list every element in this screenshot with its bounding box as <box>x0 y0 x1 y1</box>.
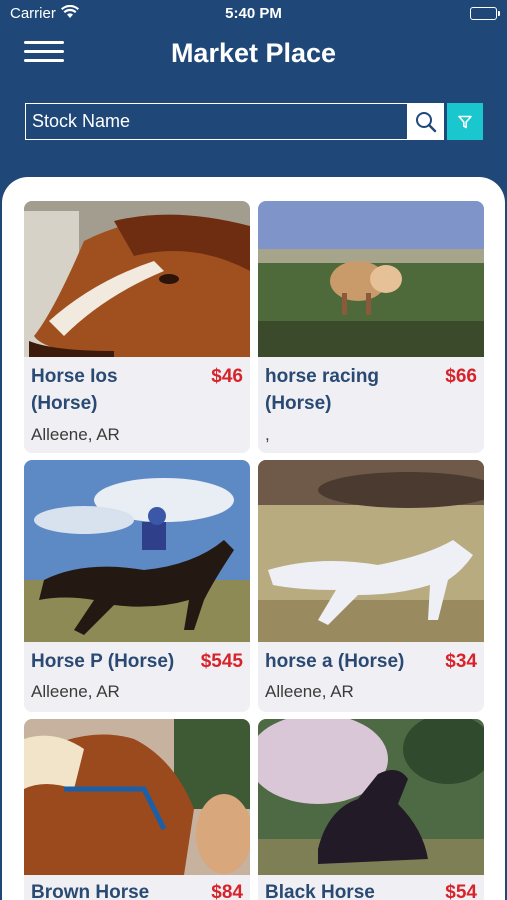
card-title: Horse P (Horse) <box>31 651 175 672</box>
horse-photo <box>258 201 484 357</box>
search-icon <box>416 111 437 132</box>
filter-button[interactable] <box>447 103 483 140</box>
card-price: $34 <box>445 651 477 672</box>
search-input[interactable] <box>25 103 408 140</box>
card-title-line2: (Horse) <box>265 393 332 414</box>
card-title: horse a (Horse) <box>265 651 405 672</box>
listing-card[interactable]: Horse Ios (Horse) $46 Alleene, AR <box>24 201 250 453</box>
horse-photo <box>24 201 250 357</box>
listing-card[interactable]: Horse P (Horse) $545 Alleene, AR <box>24 460 250 712</box>
status-time: 5:40 PM <box>225 5 282 22</box>
listing-card[interactable]: horse racing (Horse) $66 , <box>258 201 484 453</box>
card-location: Alleene, AR <box>265 682 354 701</box>
card-price: $54 <box>445 882 477 900</box>
horse-photo <box>258 460 484 642</box>
card-location: , <box>265 425 270 444</box>
search-button[interactable] <box>408 103 444 140</box>
card-title: Brown Horse <box>31 882 150 900</box>
card-location: Alleene, AR <box>31 682 120 701</box>
card-title: Horse Ios <box>31 366 118 387</box>
card-price: $545 <box>200 651 243 672</box>
listing-card[interactable]: Brown Horse $84 <box>24 719 250 900</box>
card-title: horse racing <box>265 366 380 387</box>
battery-icon <box>470 7 500 20</box>
card-location: Alleene, AR <box>31 425 120 444</box>
filter-icon <box>458 115 472 128</box>
listing-sheet: Horse Ios (Horse) $46 Alleene, AR horse … <box>2 177 505 900</box>
listing-card[interactable]: Black Horse $54 <box>258 719 484 900</box>
nav-bar: Market Place <box>0 30 507 76</box>
card-price: $46 <box>211 366 243 387</box>
card-price: $84 <box>211 882 243 900</box>
horse-photo <box>258 719 484 875</box>
search-bar <box>25 103 483 140</box>
horse-photo <box>24 460 250 642</box>
status-bar: Carrier 5:40 PM <box>0 0 507 28</box>
listing-card[interactable]: horse a (Horse) $34 Alleene, AR <box>258 460 484 712</box>
page-title: Market Place <box>170 38 337 68</box>
card-title: Black Horse <box>265 882 375 900</box>
card-title-line2: (Horse) <box>31 393 98 414</box>
horse-photo <box>24 719 250 875</box>
card-price: $66 <box>445 366 477 387</box>
